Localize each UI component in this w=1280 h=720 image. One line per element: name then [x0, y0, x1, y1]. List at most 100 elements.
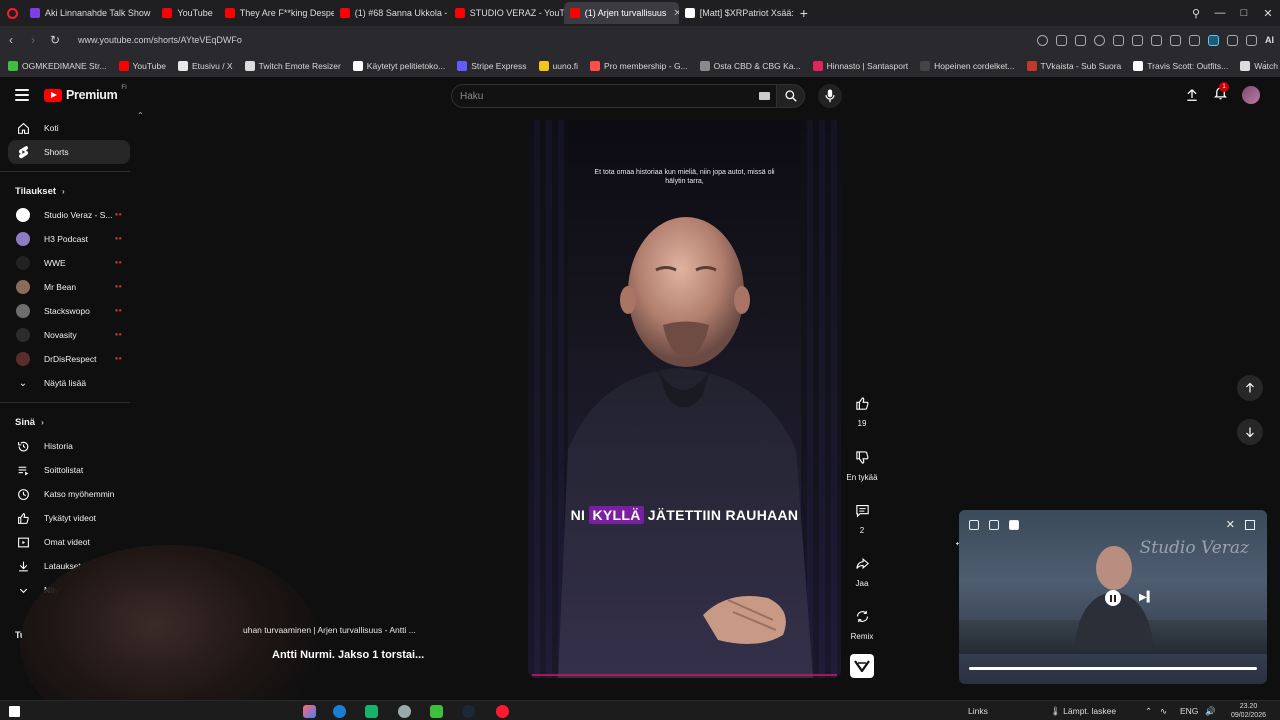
- url-field[interactable]: www.youtube.com/shorts/AYteVEqDWFo: [78, 35, 242, 45]
- opera-logo-icon[interactable]: [0, 0, 24, 26]
- comments-button[interactable]: [849, 497, 875, 523]
- browser-tab[interactable]: YouTube: [156, 2, 218, 24]
- pause-button[interactable]: [1105, 590, 1121, 606]
- menu-icon[interactable]: [15, 89, 29, 101]
- bookmark-item[interactable]: YouTube: [118, 60, 166, 71]
- mini-player[interactable]: Studio Veraz ✕ ▶▍: [959, 510, 1267, 684]
- steam-icon[interactable]: [462, 705, 475, 718]
- bookmark-item[interactable]: Käytetyt pelitietoko...: [352, 60, 445, 71]
- mini-player-progress-bar[interactable]: [969, 667, 1257, 670]
- bookmark-item[interactable]: TVkaista - Sub Suora: [1026, 60, 1121, 71]
- bookmark-item[interactable]: Twitch Emote Resizer: [244, 60, 341, 71]
- youtube-logo[interactable]: Premium FI: [44, 85, 127, 102]
- bookmark-item[interactable]: uuno.fi: [538, 60, 578, 71]
- dislike-button[interactable]: [849, 444, 875, 470]
- back-icon[interactable]: ‹: [0, 33, 22, 47]
- keyboard-icon[interactable]: [759, 92, 770, 100]
- browser-tab[interactable]: [Matt] $XRPatriot Xsää: “: [679, 2, 794, 24]
- search-input[interactable]: [452, 85, 742, 107]
- channel-logo[interactable]: [850, 654, 874, 678]
- sidebar-item-koti[interactable]: Koti: [8, 116, 130, 140]
- sidebar-icon[interactable]: [1246, 34, 1257, 46]
- spotify-icon[interactable]: [365, 705, 378, 718]
- video-progress-bar[interactable]: [532, 674, 837, 676]
- sidebar-item-mr-bean[interactable]: Mr Bean ●●: [8, 275, 130, 299]
- sidebar-item-shorts[interactable]: Shorts: [8, 140, 130, 164]
- app-icon[interactable]: [398, 705, 411, 718]
- forward-icon[interactable]: ›: [22, 33, 44, 47]
- sidebar-item-stackswopo[interactable]: Stackswopo ●●: [8, 299, 130, 323]
- expand-miniplayer-icon[interactable]: [1245, 520, 1255, 530]
- captions-icon[interactable]: [1009, 520, 1019, 530]
- opera-gx-icon[interactable]: [496, 705, 509, 718]
- bookmark-item[interactable]: Hopeinen cordelket...: [920, 60, 1015, 71]
- remix-button[interactable]: [849, 603, 875, 629]
- vpn-icon[interactable]: [1094, 34, 1105, 46]
- browser-tab[interactable]: STUDIO VERAZ - YouT: [449, 2, 564, 24]
- notifications-button[interactable]: 1: [1213, 82, 1229, 105]
- network-icon[interactable]: ∿: [1160, 706, 1167, 717]
- next-short-button[interactable]: [1237, 419, 1263, 445]
- snapshot-icon[interactable]: [1075, 34, 1086, 46]
- settings-icon[interactable]: [1227, 34, 1238, 46]
- bookmark-item[interactable]: Etusivu / X: [177, 60, 233, 71]
- sidebar-item-historia[interactable]: Historia: [8, 434, 130, 458]
- upload-icon[interactable]: [1185, 88, 1199, 102]
- close-tab-icon[interactable]: ✕: [673, 8, 678, 19]
- tray-overflow-icon[interactable]: ⌃: [1145, 706, 1152, 717]
- shorts-video-player[interactable]: Et tota omaa historiaa kun mieliä, niin …: [528, 120, 841, 678]
- bookmark-item[interactable]: Stripe Express: [457, 60, 527, 71]
- sidebar-item-omat-videot[interactable]: Omat videot: [8, 530, 130, 554]
- browser-tab[interactable]: They Are F**king Desperat: [219, 2, 334, 24]
- minimize-button[interactable]: —: [1208, 7, 1232, 19]
- lock-icon[interactable]: [1189, 34, 1200, 46]
- share-button[interactable]: [849, 550, 875, 576]
- bookmarks-more-icon[interactable]: ⋮: [1260, 60, 1270, 71]
- subscriptions-heading[interactable]: Tilaukset ›: [0, 179, 140, 203]
- download-icon[interactable]: [1151, 34, 1162, 46]
- edit-icon[interactable]: [1056, 34, 1067, 46]
- new-tab-button[interactable]: +: [794, 3, 814, 23]
- next-video-icon[interactable]: ▶▍: [1139, 592, 1154, 603]
- clock[interactable]: 23.20 09/02/2026: [1231, 702, 1266, 720]
- like-button[interactable]: [849, 390, 875, 416]
- voice-search-button[interactable]: [818, 84, 842, 108]
- sidebar-item-wwe[interactable]: WWE ●●: [8, 251, 130, 275]
- account-avatar[interactable]: [1242, 86, 1260, 104]
- zoom-icon[interactable]: [1037, 34, 1048, 46]
- language-indicator[interactable]: ENG: [1180, 706, 1198, 716]
- previous-short-button[interactable]: [1237, 375, 1263, 401]
- bookmark-item[interactable]: Hinnasto | Santasport: [812, 60, 908, 71]
- sidebar-item-tyk-tyt-videot[interactable]: Tykätyt videot: [8, 506, 130, 530]
- picture-in-picture-icon[interactable]: [989, 520, 999, 530]
- browser-tab[interactable]: (1) #68 Sanna Ukkola - Yo: [334, 2, 449, 24]
- sidebar-item-novasity[interactable]: Novasity ●●: [8, 323, 130, 347]
- menu-icon[interactable]: [1170, 34, 1181, 46]
- browser-tab[interactable]: (1) Arjen turvallisuus ✕: [563, 2, 679, 24]
- bookmark-item[interactable]: Pro membership - G...: [590, 60, 688, 71]
- windows-start-icon[interactable]: [9, 706, 20, 717]
- reload-icon[interactable]: ↻: [44, 33, 66, 47]
- bookmark-item[interactable]: Osta CBD & CBG Ka...: [699, 60, 801, 71]
- sidebar-item-show-more[interactable]: ⌄ Näytä lisää: [8, 371, 130, 395]
- links-toolbar[interactable]: Links: [968, 706, 988, 716]
- mute-icon[interactable]: [969, 520, 979, 530]
- edge-icon[interactable]: [333, 705, 346, 718]
- close-miniplayer-button[interactable]: ✕: [1226, 518, 1235, 531]
- app-icon[interactable]: [303, 705, 316, 718]
- bookmark-item[interactable]: Travis Scott: Outfits...: [1133, 60, 1228, 71]
- search-tabs-icon[interactable]: ⚲: [1184, 7, 1208, 20]
- weather-widget[interactable]: 🌡 Lämpt. laskee: [1050, 706, 1116, 717]
- app-icon[interactable]: [430, 705, 443, 718]
- search-button[interactable]: [777, 84, 805, 108]
- bookmark-item[interactable]: OGMKEDIMANE Str...: [8, 60, 107, 71]
- close-window-button[interactable]: ✕: [1256, 7, 1280, 20]
- sidebar-item-h3-podcast[interactable]: H3 Podcast ●●: [8, 227, 130, 251]
- player-icon[interactable]: [1113, 34, 1124, 46]
- sidebar-item-studio-veraz-s-[interactable]: Studio Veraz - S... ●●: [8, 203, 130, 227]
- browser-tab[interactable]: Aki Linnanahde Talk Show: [24, 2, 156, 24]
- you-heading[interactable]: Sinä ›: [0, 410, 140, 434]
- sidebar-item-soittolistat[interactable]: Soittolistat: [8, 458, 130, 482]
- extension-icon[interactable]: [1208, 34, 1219, 46]
- sidebar-item-katso-my-hemmin[interactable]: Katso myöhemmin: [8, 482, 130, 506]
